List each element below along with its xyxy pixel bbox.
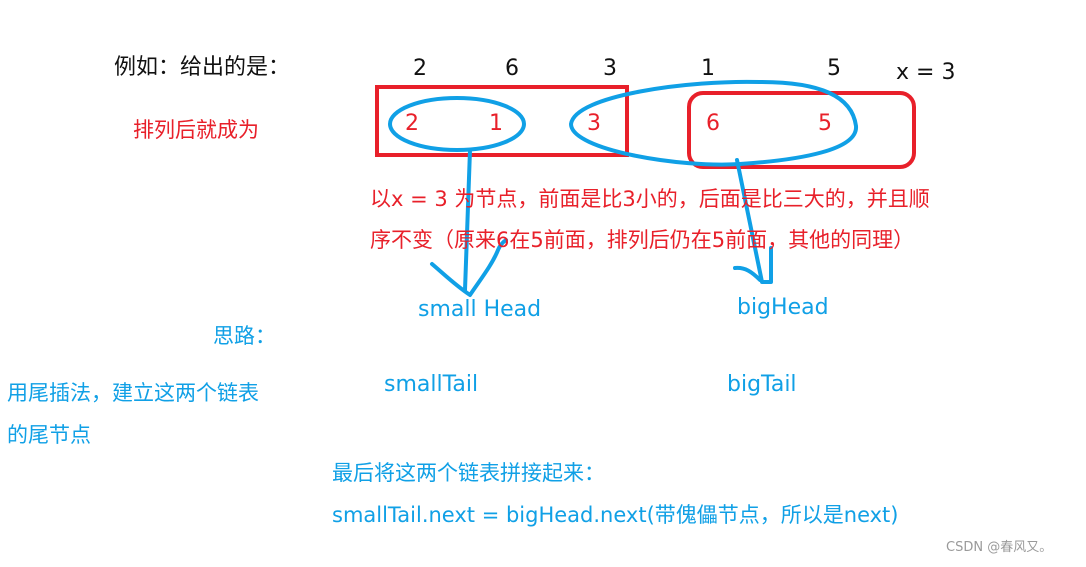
big-head-label: bigHead (737, 295, 829, 320)
explanation-line-2: 序不变（原来6在5前面，排列后仍在5前面，其他的同理） (370, 228, 915, 252)
big-tail-label: bigTail (727, 372, 797, 397)
idea-title: 思路： (213, 324, 276, 348)
input-value: 5 (827, 56, 841, 81)
small-head-arrow (430, 148, 508, 297)
conclusion-line-2: smallTail.next = bigHead.next(带傀儡节点，所以是n… (332, 503, 899, 527)
input-value: 3 (603, 56, 617, 81)
after-label: 排列后就成为 (133, 118, 259, 142)
input-value: 2 (413, 56, 427, 81)
conclusion-line-1: 最后将这两个链表拼接起来： (332, 461, 605, 485)
example-label: 例如：给出的是： (114, 55, 291, 80)
input-value: 1 (701, 56, 715, 81)
idea-line-1: 用尾插法，建立这两个链表 (7, 381, 259, 405)
small-tail-label: smallTail (384, 372, 479, 397)
watermark: CSDN @春风又。 (946, 540, 1053, 555)
big-head-arrow (733, 158, 773, 284)
explanation-line-1: 以x = 3 为节点，前面是比3小的，后面是比三大的，并且顺 (370, 187, 930, 211)
result-value: 5 (818, 111, 832, 136)
pivot-label: x = 3 (896, 60, 956, 85)
input-value: 6 (505, 56, 519, 81)
result-value: 2 (405, 111, 419, 136)
idea-line-2: 的尾节点 (7, 423, 91, 447)
result-value: 6 (706, 111, 720, 136)
result-value: 1 (489, 111, 503, 136)
small-head-label: small Head (418, 297, 542, 322)
result-value: 3 (587, 111, 601, 136)
